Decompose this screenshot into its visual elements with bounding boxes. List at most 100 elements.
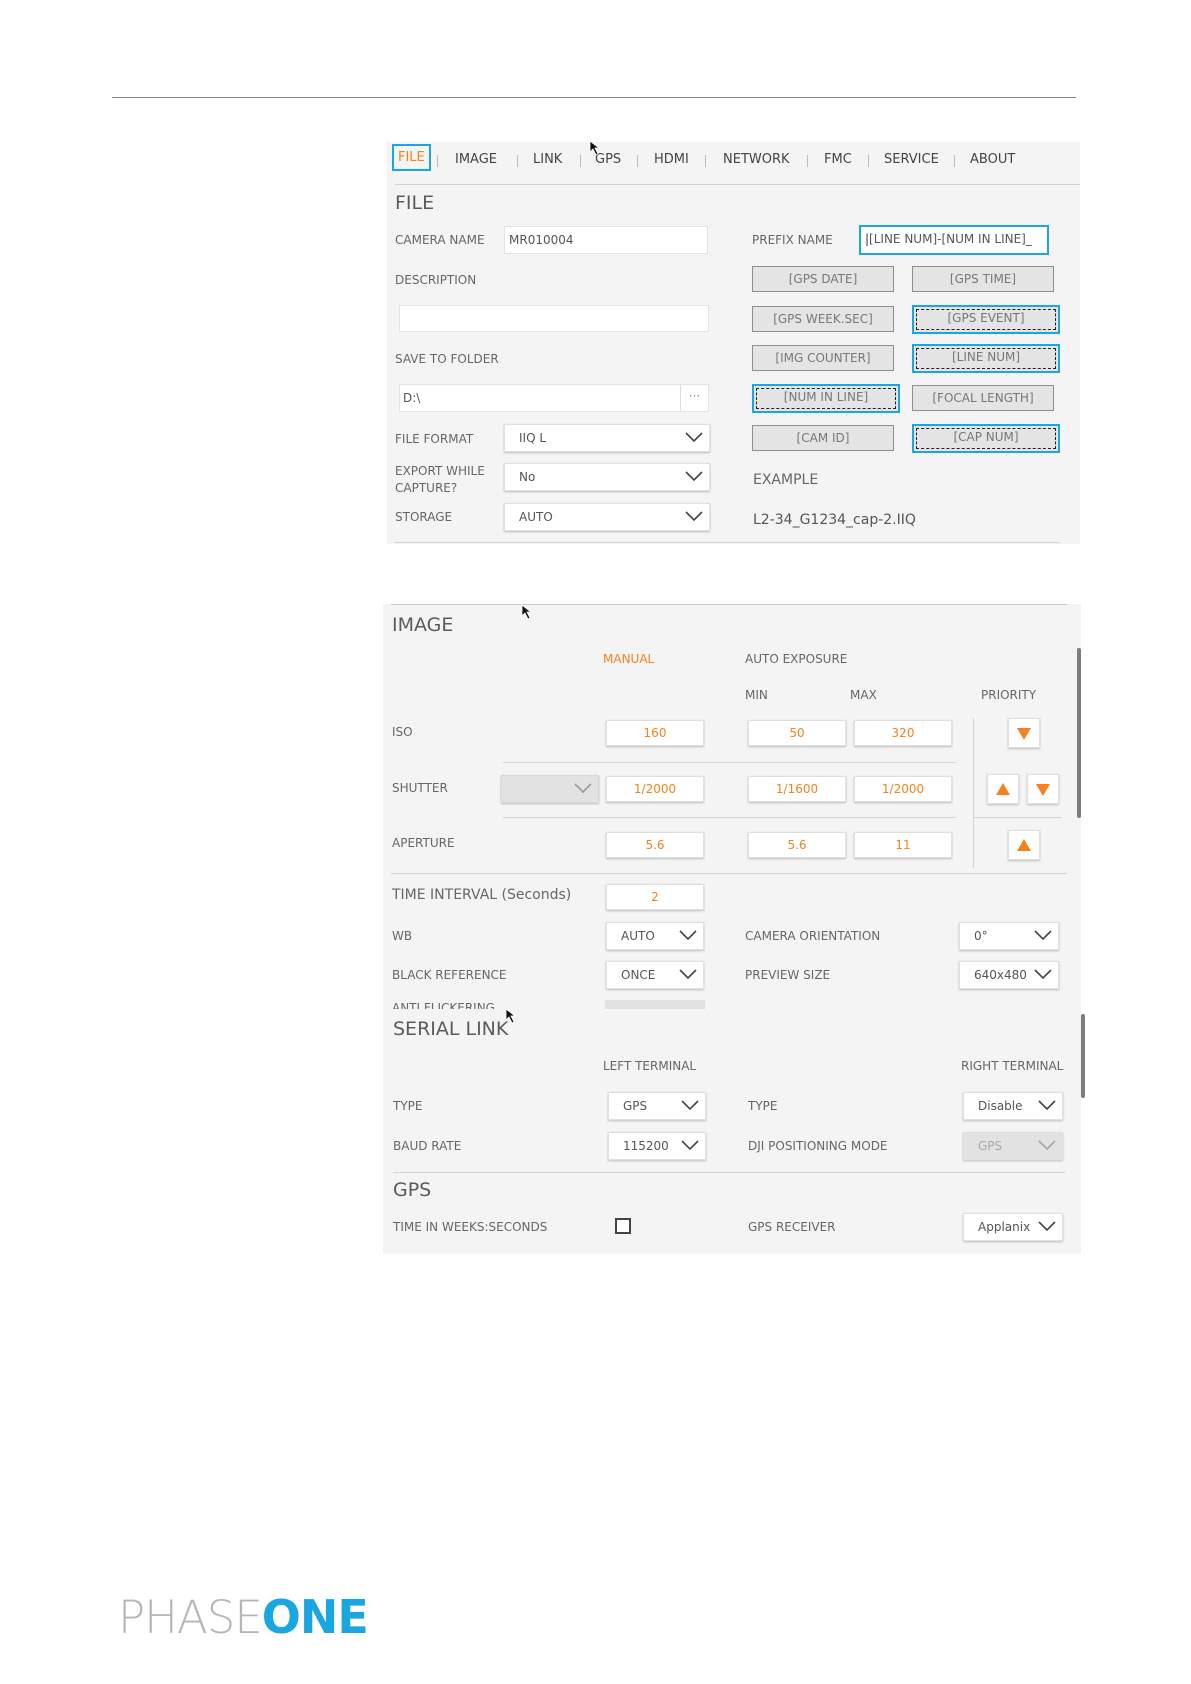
export-while-capture-label-line1: EXPORT WHILE <box>395 464 485 478</box>
preview-size-select[interactable]: 640x480 <box>959 961 1059 989</box>
description-label: DESCRIPTION <box>395 273 477 287</box>
chevron-down-icon <box>681 1100 699 1111</box>
shutter-label: SHUTTER <box>392 781 448 795</box>
dji-positioning-mode-value: GPS <box>978 1139 1003 1153</box>
camera-name-input[interactable]: MR010004 <box>504 226 708 254</box>
tab-file[interactable]: FILE <box>392 144 431 171</box>
file-settings-panel: FILE IMAGE LINK GPS HDMI NETWORK FMC SER… <box>387 140 1080 544</box>
save-to-folder-value: D:\ <box>403 391 421 405</box>
save-to-folder-input[interactable]: D:\ ··· <box>399 384 709 412</box>
chevron-down-icon <box>681 1140 699 1151</box>
token-line-num-button[interactable]: [LINE NUM] <box>912 344 1060 373</box>
token-gps-week-sec-button[interactable]: [GPS WEEK.SEC] <box>752 306 894 332</box>
tab-service[interactable]: SERVICE <box>884 152 939 167</box>
file-section-title: FILE <box>395 192 435 214</box>
tab-about[interactable]: ABOUT <box>970 152 1015 167</box>
shutter-priority-up-button[interactable] <box>987 774 1019 804</box>
camera-name-label: CAMERA NAME <box>395 233 485 247</box>
priority-column-divider <box>973 718 974 868</box>
file-format-select[interactable]: IIQ L <box>504 424 710 452</box>
export-while-capture-select[interactable]: No <box>504 463 710 491</box>
right-type-select[interactable]: Disable <box>963 1092 1063 1120</box>
tab-separator <box>868 155 869 167</box>
shutter-max-input[interactable]: 1/2000 <box>854 776 952 802</box>
baud-rate-label: BAUD RATE <box>393 1139 462 1153</box>
left-terminal-label: LEFT TERMINAL <box>603 1059 697 1073</box>
chevron-down-icon <box>1038 1100 1056 1111</box>
wb-select[interactable]: AUTO <box>606 922 704 950</box>
wb-label: WB <box>392 929 413 943</box>
tab-separator <box>517 155 518 167</box>
iso-max-input[interactable]: 320 <box>854 720 952 746</box>
example-label: EXAMPLE <box>753 472 819 488</box>
triangle-up-icon <box>996 783 1010 795</box>
token-focal-length-button[interactable]: [FOCAL LENGTH] <box>912 385 1054 411</box>
image-scrollbar[interactable] <box>1077 648 1081 818</box>
iso-priority-down-button[interactable] <box>1008 718 1040 748</box>
chevron-down-icon <box>685 471 703 482</box>
tab-separator <box>437 155 438 167</box>
tab-link[interactable]: LINK <box>533 152 562 167</box>
right-type-value: Disable <box>978 1099 1023 1113</box>
tab-separator <box>580 155 581 167</box>
aperture-manual-input[interactable]: 5.6 <box>606 832 704 858</box>
aperture-priority-up-button[interactable] <box>1008 830 1040 860</box>
gps-section-title: GPS <box>393 1179 432 1201</box>
token-cam-id-button[interactable]: [CAM ID] <box>752 425 894 451</box>
panel-scrollbar[interactable] <box>1081 1014 1085 1098</box>
shutter-priority-down-button[interactable] <box>1027 774 1059 804</box>
chevron-down-icon <box>685 511 703 522</box>
storage-select[interactable]: AUTO <box>504 503 710 531</box>
baud-rate-value: 115200 <box>623 1139 669 1153</box>
tab-network[interactable]: NETWORK <box>723 152 790 167</box>
aperture-label: APERTURE <box>392 836 455 850</box>
anti-flickering-select <box>606 1000 704 1009</box>
time-in-weeks-checkbox[interactable] <box>615 1218 631 1234</box>
tab-image[interactable]: IMAGE <box>455 152 497 167</box>
min-label: MIN <box>745 688 768 702</box>
token-gps-date-button[interactable]: [GPS DATE] <box>752 266 894 292</box>
prefix-name-input[interactable]: |[LINE NUM]-[NUM IN LINE]_ <box>859 225 1049 255</box>
token-num-in-line-button[interactable]: [NUM IN LINE] <box>752 384 900 413</box>
save-to-folder-label: SAVE TO FOLDER <box>395 352 499 366</box>
export-while-capture-label: EXPORT WHILE CAPTURE? <box>395 463 485 497</box>
triangle-down-icon <box>1017 728 1031 740</box>
iso-manual-input[interactable]: 160 <box>606 720 704 746</box>
camera-orientation-select[interactable]: 0° <box>959 922 1059 950</box>
iso-min-input[interactable]: 50 <box>748 720 846 746</box>
left-type-value: GPS <box>623 1099 648 1113</box>
description-input[interactable] <box>399 305 709 332</box>
triangle-down-icon <box>1036 784 1050 796</box>
tab-hdmi[interactable]: HDMI <box>654 152 689 167</box>
token-gps-event-button[interactable]: [GPS EVENT] <box>912 305 1060 334</box>
camera-orientation-value: 0° <box>974 929 988 943</box>
storage-value: AUTO <box>519 510 553 524</box>
left-type-select[interactable]: GPS <box>608 1092 706 1120</box>
token-img-counter-button[interactable]: [IMG COUNTER] <box>752 345 894 371</box>
export-while-capture-label-line2: CAPTURE? <box>395 481 458 495</box>
anti-flickering-label: ANTI FLICKERING <box>392 1001 495 1009</box>
tab-fmc[interactable]: FMC <box>824 152 852 167</box>
tab-separator <box>637 155 638 167</box>
section-gap <box>383 1009 1081 1017</box>
gps-receiver-value: Applanix <box>978 1220 1031 1234</box>
right-type-label: TYPE <box>748 1099 778 1113</box>
logo-text-phase: PHASE <box>118 1591 263 1644</box>
panel-bottom-divider <box>395 542 1060 543</box>
token-cap-num-button[interactable]: [CAP NUM] <box>912 424 1060 453</box>
logo-text-one: ONE <box>261 1590 369 1644</box>
gps-receiver-select[interactable]: Applanix <box>963 1213 1063 1241</box>
browse-folder-button[interactable]: ··· <box>680 385 708 411</box>
preview-size-value: 640x480 <box>974 968 1027 982</box>
baud-rate-select[interactable]: 115200 <box>608 1132 706 1160</box>
shutter-manual-input[interactable]: 1/2000 <box>606 776 704 802</box>
token-gps-time-button[interactable]: [GPS TIME] <box>912 266 1054 292</box>
preview-size-label: PREVIEW SIZE <box>745 968 831 982</box>
black-reference-select[interactable]: ONCE <box>606 961 704 989</box>
time-interval-input[interactable]: 2 <box>606 884 704 910</box>
aperture-max-input[interactable]: 11 <box>854 832 952 858</box>
aperture-min-input[interactable]: 5.6 <box>748 832 846 858</box>
row-divider <box>503 762 956 763</box>
chevron-down-icon <box>574 783 592 794</box>
shutter-min-input[interactable]: 1/1600 <box>748 776 846 802</box>
